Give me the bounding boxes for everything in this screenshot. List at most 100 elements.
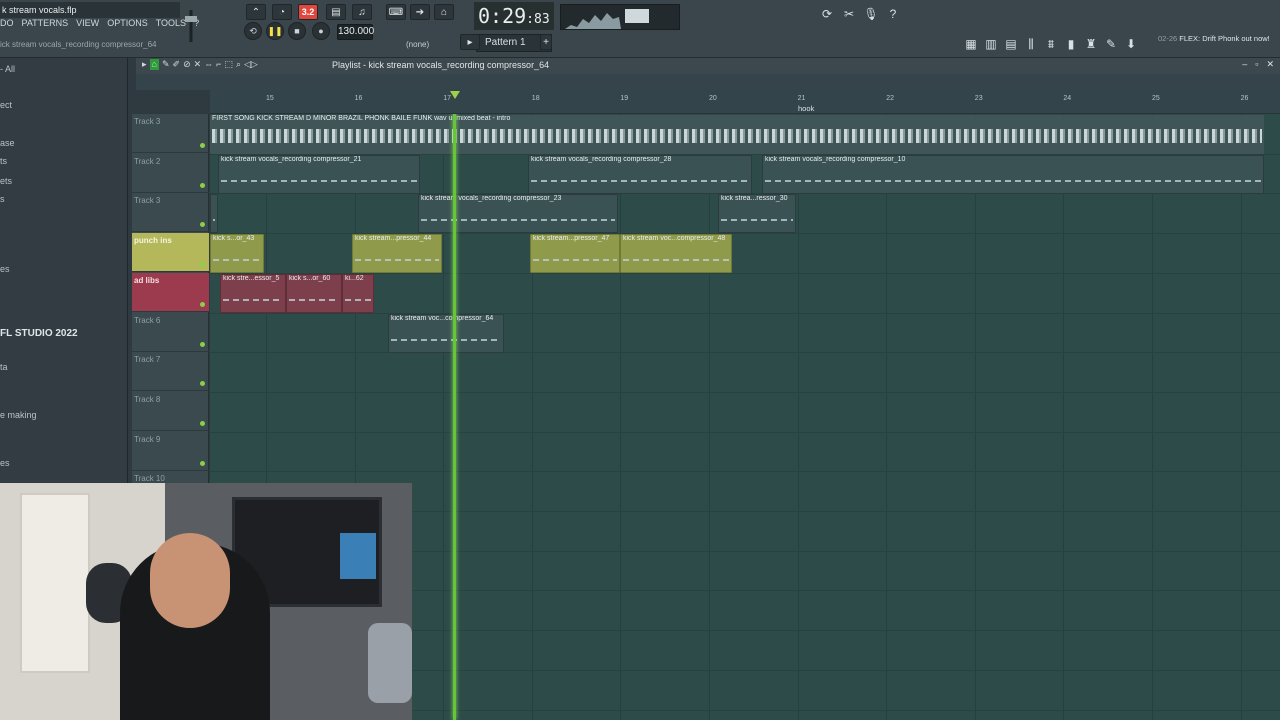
news-ticker[interactable]: 02-26 FLEX: Drift Phonk out now! (1158, 34, 1270, 43)
pencil-icon[interactable]: ✎ (162, 59, 170, 70)
audio-clip[interactable]: kick stream...pressor_47 (530, 234, 620, 274)
track-header[interactable]: punch ins (132, 233, 209, 273)
browser-item[interactable]: es (0, 458, 10, 468)
audio-clip[interactable]: kick stream vocals_recording compressor_… (218, 154, 420, 194)
track-enable-icon[interactable] (200, 341, 205, 347)
browser-item[interactable]: ase (0, 138, 15, 148)
audio-clip[interactable] (210, 194, 218, 234)
track-header[interactable]: Track 9 (132, 432, 209, 471)
plugin-db-icon[interactable]: ▮ (1062, 34, 1080, 54)
track-enable-icon[interactable] (200, 381, 205, 387)
menu-item-1[interactable]: PATTERNS (22, 18, 69, 32)
maximize-icon[interactable]: ▫ (1255, 59, 1258, 70)
track-enable-icon[interactable] (200, 143, 205, 148)
select-icon[interactable]: ⬚ (224, 59, 233, 70)
typing-keyboard-button[interactable]: ⌨ (386, 4, 406, 20)
track-header[interactable]: Track 2 (132, 154, 209, 193)
piano-roll-view-icon[interactable]: ▥ (982, 34, 1000, 54)
channel-rack-view-icon[interactable]: ▤ (1002, 34, 1020, 54)
pattern-prev-icon[interactable]: ▸ (460, 34, 480, 50)
audio-clip[interactable]: kick strea...ressor_30 (718, 194, 796, 234)
snap-icon[interactable]: ⌂ (434, 4, 454, 20)
paint-icon[interactable]: ✐ (173, 59, 181, 70)
audio-clip[interactable]: FIRST SONG KICK STREAM D MINOR BRAZIL PH… (210, 115, 1264, 154)
audio-clip[interactable]: kick stream voc...compressor_64 (388, 313, 504, 353)
track-enable-icon[interactable] (200, 262, 205, 268)
record-indicator[interactable]: 3.2 (298, 4, 318, 20)
browser-item[interactable]: ts (0, 156, 7, 166)
zoom-icon[interactable]: ⌕ (236, 59, 241, 70)
browser-item[interactable]: ets (0, 176, 12, 186)
none-selector[interactable]: (none) (406, 40, 429, 49)
arrow-icon[interactable]: ➔ (410, 4, 430, 20)
audio-clip[interactable]: kick stream vocals_recording compressor_… (762, 154, 1264, 194)
track-header[interactable]: ad libs (132, 272, 209, 312)
track-header[interactable]: Track 3 (132, 114, 209, 153)
mixer-view-icon[interactable]: ⫼ (1022, 34, 1040, 54)
audio-clip[interactable]: kick stream voc...compressor_48 (620, 234, 732, 274)
track-name: Track 3 (134, 196, 161, 206)
audio-clip[interactable]: kick stream...pressor_44 (352, 234, 442, 274)
track-header[interactable]: Track 3 (132, 193, 209, 233)
tempo-display[interactable]: 130.000 (337, 24, 374, 40)
brush-icon[interactable]: ✎ (1102, 34, 1120, 54)
track-enable-icon[interactable] (200, 182, 205, 188)
playhead-marker-icon[interactable] (450, 91, 460, 99)
pattern-song-toggle[interactable]: ⌃ (246, 4, 266, 20)
browser-item[interactable]: ect (0, 100, 12, 110)
pause-button[interactable]: ❚❚ (266, 22, 284, 40)
audio-clip[interactable]: ki...62 (342, 273, 374, 313)
playhead[interactable] (453, 114, 456, 720)
timeline-ruler[interactable]: hook 15 16 17 18 19 20 21 22 23 24 25 26 (210, 90, 1280, 114)
track-header[interactable]: Track 8 (132, 392, 209, 431)
audio-clip[interactable]: kick s...or_60 (286, 273, 342, 313)
browser-item[interactable]: s (0, 194, 5, 204)
menu-item-3[interactable]: OPTIONS (107, 18, 148, 32)
add-pattern-button[interactable]: + (540, 34, 552, 50)
download-icon[interactable]: ⬇ (1122, 34, 1140, 54)
marker-label[interactable]: hook (798, 104, 814, 113)
delete-icon[interactable]: ⊘ (183, 59, 191, 70)
browser-item[interactable]: - All (0, 64, 15, 74)
stop-button[interactable]: ■ (288, 22, 306, 40)
browser-view-icon[interactable]: ⩩ (1042, 34, 1060, 54)
trophy-icon[interactable]: ♜ (1082, 34, 1100, 54)
playback-icon[interactable]: ◁▷ (244, 59, 258, 70)
audio-clip[interactable]: kick stream vocals_recording compressor_… (418, 194, 618, 234)
browser-item[interactable]: FL STUDIO 2022 (0, 328, 78, 339)
browser-item[interactable]: es (0, 264, 10, 274)
metronome-button[interactable]: ◔ (272, 4, 292, 20)
track-enable-icon[interactable] (200, 301, 205, 307)
slice-icon[interactable]: ⌐ (216, 59, 221, 70)
playlist-view-icon[interactable]: ▦ (962, 34, 980, 54)
menu-item-0[interactable]: DO (0, 18, 14, 32)
track-header[interactable]: Track 7 (132, 352, 209, 392)
track-enable-icon[interactable] (200, 460, 205, 466)
track-header[interactable]: Track 6 (132, 313, 209, 352)
browser-item[interactable]: ta (0, 362, 8, 372)
song-position-clock[interactable]: 0:29:83 (474, 2, 554, 30)
audio-clip[interactable]: kick stre...essor_5 (220, 273, 286, 313)
clip-label: kick stream vocals_recording compressor_… (531, 155, 672, 163)
minimize-icon[interactable]: – (1242, 59, 1247, 70)
arrow-right-icon[interactable]: ▸ (142, 59, 147, 70)
cut-icon[interactable]: ✂ (840, 4, 858, 24)
magnet-icon[interactable]: ⌂ (149, 59, 159, 70)
blend-notes-button[interactable]: ♫ (352, 4, 372, 20)
browser-item[interactable]: e making (0, 410, 37, 420)
audio-clip[interactable]: kick s...or_43 (210, 234, 264, 274)
mic-icon[interactable]: 🎙 (862, 4, 880, 24)
mute-icon[interactable]: ✕ (194, 59, 202, 70)
menu-item-2[interactable]: VIEW (76, 18, 99, 32)
loop-icon[interactable]: ⟲ (244, 22, 262, 40)
refresh-icon[interactable]: ⟳ (818, 4, 836, 24)
step-edit-button[interactable]: ▤ (326, 4, 346, 20)
slip-icon[interactable]: ⇔ (204, 59, 213, 70)
track-enable-icon[interactable] (200, 420, 205, 426)
help-icon[interactable]: ? (884, 4, 902, 24)
track-enable-icon[interactable] (200, 222, 205, 228)
close-icon[interactable]: ✕ (1266, 59, 1274, 70)
master-volume-slider[interactable] (180, 6, 202, 46)
audio-clip[interactable]: kick stream vocals_recording compressor_… (528, 154, 752, 194)
record-button[interactable]: ● (312, 22, 330, 40)
